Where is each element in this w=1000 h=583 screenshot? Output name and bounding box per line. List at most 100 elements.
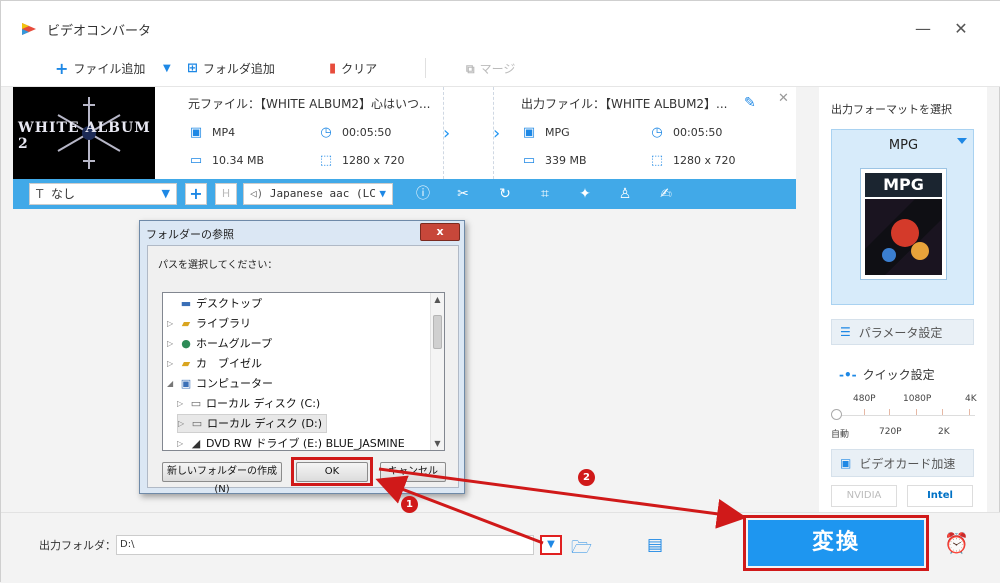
browse-folder-dialog: フォルダーの参照 x パスを選択してください： ▬ デスクトップ ▷ ▰ ライブ… bbox=[139, 220, 465, 495]
folder-tree[interactable]: ▬ デスクトップ ▷ ▰ ライブラリ ▷ ● ホームグループ ▷ ▰ カ ブイゼ… bbox=[162, 292, 445, 451]
tree-item-label: コンピューター bbox=[196, 377, 273, 390]
toolbar-divider bbox=[425, 58, 426, 78]
collapse-icon[interactable]: ◢ bbox=[167, 374, 176, 393]
scroll-up-icon[interactable]: ▲ bbox=[431, 293, 444, 306]
add-file-dropdown[interactable]: ▼ bbox=[163, 59, 171, 79]
step-2-badge: 2 bbox=[578, 469, 595, 486]
chip-icon: ▣ bbox=[840, 456, 852, 470]
output-folder-input[interactable]: D:\ bbox=[116, 535, 534, 555]
edit-name-icon[interactable]: ✎ bbox=[744, 95, 756, 111]
folder-icon: ▭ bbox=[522, 153, 536, 168]
open-folder-icon[interactable]: 🗁 bbox=[571, 535, 592, 564]
new-folder-button[interactable]: 新しいフォルダーの作成(N) bbox=[162, 462, 282, 495]
quality-tick bbox=[889, 409, 890, 415]
tree-item-computer[interactable]: ◢ ▣ コンピューター bbox=[167, 374, 273, 393]
quality-slider-knob[interactable] bbox=[831, 409, 842, 420]
tree-item-label: DVD RW ドライブ (E:) BLUE_JASMINE bbox=[206, 437, 405, 450]
ok-button[interactable]: OK bbox=[296, 462, 368, 482]
toolbar: + ファイル追加 ▼ ⊞ フォルダ追加 ▮ クリア ⧉ マージ bbox=[1, 49, 1000, 87]
tree-item-label: デスクトップ bbox=[196, 297, 262, 310]
dvd-icon: ◢ bbox=[191, 437, 201, 450]
audio-track-select[interactable]: ◁) Japanese aac (LC ▼ bbox=[243, 183, 393, 205]
tree-item-drive-d[interactable]: ▷ ▭ ローカル ディスク (D:) bbox=[177, 414, 327, 433]
info-icon[interactable]: ⓘ bbox=[413, 184, 433, 204]
remove-file-icon[interactable]: ✕ bbox=[778, 91, 789, 106]
expand-icon[interactable]: ▷ bbox=[167, 354, 176, 373]
source-file-name: 元ファイル：【WHITE ALBUM2】心はいつ... bbox=[188, 97, 431, 111]
resolution-icon: ⬚ bbox=[650, 153, 664, 168]
nvidia-badge[interactable]: NVIDIA bbox=[831, 485, 897, 507]
output-resolution-value: 1280 x 720 bbox=[673, 154, 736, 167]
watermark-stamp-icon[interactable]: ♙ bbox=[615, 184, 635, 204]
tree-scrollbar[interactable]: ▲ ▼ bbox=[430, 293, 444, 450]
sliders-icon: ☰ bbox=[840, 325, 851, 339]
alarm-clock-icon[interactable]: ⏰ bbox=[944, 531, 969, 555]
tree-item-dvd-drive[interactable]: ▷ ◢ DVD RW ドライブ (E:) BLUE_JASMINE bbox=[177, 434, 405, 450]
rotate-icon[interactable]: ↻ bbox=[495, 184, 515, 204]
clear-button[interactable]: ▮ クリア bbox=[329, 59, 377, 79]
minimize-button[interactable]: — bbox=[913, 19, 933, 39]
slider-icon: -•- bbox=[839, 367, 857, 382]
tree-item-libraries[interactable]: ▷ ▰ ライブラリ bbox=[167, 314, 251, 333]
dialog-body: パスを選択してください： ▬ デスクトップ ▷ ▰ ライブラリ ▷ ● ホームグ… bbox=[147, 245, 459, 495]
quality-720p: 720P bbox=[879, 427, 902, 437]
expand-icon[interactable]: ▷ bbox=[177, 434, 186, 450]
edit-bar: T なし ▼ + H ◁) Japanese aac (LC ▼ ⓘ ✂ ↻ ⌗… bbox=[13, 179, 796, 209]
video-thumbnail[interactable]: WHITE ALBUM 2 bbox=[13, 87, 155, 179]
scroll-down-icon[interactable]: ▼ bbox=[431, 437, 444, 450]
convert-button[interactable]: 変換 bbox=[748, 520, 924, 566]
scrollbar-thumb[interactable] bbox=[433, 315, 442, 349]
output-folder-dropdown[interactable]: ▼ bbox=[540, 535, 562, 555]
subtitle-style-icon[interactable]: H bbox=[215, 183, 237, 205]
tree-item-desktop[interactable]: ▬ デスクトップ bbox=[167, 294, 262, 313]
output-duration-value: 00:05:50 bbox=[673, 126, 723, 139]
subtitle-value: なし bbox=[50, 187, 75, 201]
library-icon: ▰ bbox=[181, 317, 191, 330]
source-size: ▭ 10.34 MB bbox=[188, 153, 264, 168]
scissors-icon[interactable]: ✂ bbox=[453, 184, 473, 204]
tree-item-homegroup[interactable]: ▷ ● ホームグループ bbox=[167, 334, 272, 353]
dialog-prompt: パスを選択してください： bbox=[158, 260, 278, 271]
app-title: ビデオコンバータ bbox=[47, 24, 152, 39]
quick-settings-label: クイック設定 bbox=[862, 368, 935, 382]
output-format-selector[interactable]: MPG MPG bbox=[831, 129, 974, 305]
close-button[interactable]: ✕ bbox=[951, 19, 971, 39]
cancel-button[interactable]: キャンセル bbox=[380, 462, 446, 482]
expand-icon[interactable]: ▷ bbox=[178, 414, 187, 433]
merge-label: マージ bbox=[479, 62, 516, 76]
tree-item-label: ライブラリ bbox=[196, 317, 251, 330]
gpu-acceleration-label: ビデオカード加速 bbox=[859, 456, 956, 471]
output-file-name: 出力ファイル：【WHITE ALBUM2】... bbox=[521, 97, 728, 111]
quality-tick bbox=[864, 409, 865, 415]
app-window: ビデオコンバータ — ✕ + ファイル追加 ▼ ⊞ フォルダ追加 ▮ クリア ⧉… bbox=[0, 0, 1000, 583]
clear-label: クリア bbox=[341, 62, 378, 76]
crop-icon[interactable]: ⌗ bbox=[535, 184, 555, 204]
intel-badge[interactable]: Intel bbox=[907, 485, 973, 507]
dialog-title: フォルダーの参照 bbox=[146, 228, 234, 241]
expand-icon[interactable]: ▷ bbox=[167, 334, 176, 353]
file-manager-icon[interactable]: ▤ bbox=[647, 535, 663, 555]
expand-icon[interactable]: ▷ bbox=[177, 394, 186, 413]
parameter-settings-button[interactable]: ☰ パラメータ設定 bbox=[831, 319, 974, 345]
subtitle-select[interactable]: T なし ▼ bbox=[29, 183, 177, 205]
gpu-acceleration-button[interactable]: ▣ ビデオカード加速 bbox=[831, 449, 974, 477]
tree-item-user[interactable]: ▷ ▰ カ ブイゼル bbox=[167, 354, 262, 373]
quality-slider-track[interactable] bbox=[837, 415, 975, 416]
subtitle-edit-icon[interactable]: ✍ bbox=[656, 184, 676, 204]
effects-wand-icon[interactable]: ✦ bbox=[575, 184, 595, 204]
add-subtitle-button[interactable]: + bbox=[185, 183, 207, 205]
tree-item-drive-c[interactable]: ▷ ▭ ローカル ディスク (C:) bbox=[177, 394, 320, 413]
source-resolution: ⬚ 1280 x 720 bbox=[318, 153, 405, 168]
merge-button[interactable]: ⧉ マージ bbox=[466, 59, 515, 79]
add-file-button[interactable]: + ファイル追加 bbox=[55, 59, 145, 79]
dialog-close-button[interactable]: x bbox=[420, 223, 460, 241]
caret-down-icon: ▼ bbox=[163, 63, 171, 74]
source-duration-value: 00:05:50 bbox=[342, 126, 392, 139]
merge-icon: ⧉ bbox=[466, 62, 475, 76]
add-folder-button[interactable]: ⊞ フォルダ追加 bbox=[187, 59, 275, 79]
expand-icon[interactable]: ▷ bbox=[167, 314, 176, 333]
quality-1080p: 1080P bbox=[903, 394, 932, 404]
arrow-right-icon: › bbox=[443, 123, 451, 144]
output-format-value: MPG bbox=[545, 126, 570, 139]
source-format-value: MP4 bbox=[212, 126, 236, 139]
